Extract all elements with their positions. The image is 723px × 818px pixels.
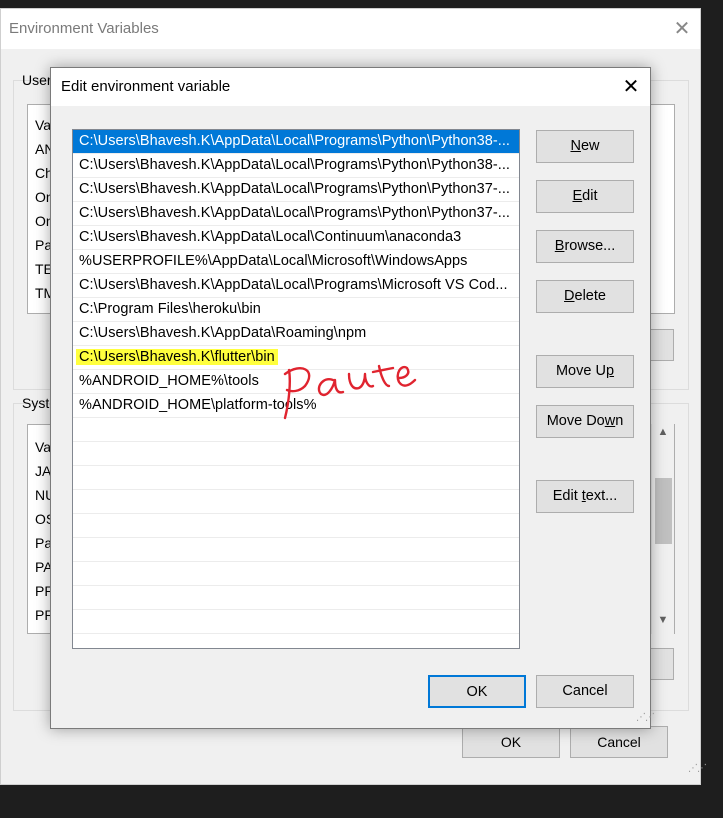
env-window-title: Environment Variables	[9, 20, 159, 37]
edit-dialog-title: Edit environment variable	[61, 78, 231, 95]
env-ok-button[interactable]: OK	[462, 726, 560, 758]
path-entry-text: C:\Users\Bhavesh.K\AppData\Local\Program…	[79, 205, 511, 221]
path-entry-row[interactable]	[73, 610, 519, 634]
user-variables-label: User	[22, 72, 52, 88]
resize-grip-icon[interactable]: ⋰⋰	[636, 712, 655, 723]
resize-grip-icon[interactable]: ⋰⋰	[688, 763, 707, 774]
path-entry-row[interactable]	[73, 514, 519, 538]
path-entry-row[interactable]: C:\Users\Bhavesh.K\AppData\Local\Program…	[73, 274, 519, 298]
path-entry-row[interactable]: C:\Users\Bhavesh.K\AppData\Local\Program…	[73, 202, 519, 226]
path-entry-text: C:\Users\Bhavesh.K\AppData\Local\Program…	[79, 277, 508, 293]
edit-button[interactable]: Edit	[536, 180, 634, 213]
edit-text-button[interactable]: Edit text...	[536, 480, 634, 513]
paste-handwritten-annotation	[283, 364, 417, 420]
path-entry-text: C:\Users\Bhavesh.K\AppData\Local\Program…	[79, 133, 511, 149]
path-entry-text: C:\Users\Bhavesh.K\AppData\Local\Program…	[79, 157, 511, 173]
scrollbar-thumb[interactable]	[655, 478, 672, 544]
move-down-button[interactable]: Move Down	[536, 405, 634, 438]
cancel-button-label: Cancel	[562, 683, 608, 699]
path-entry-text: C:\Users\Bhavesh.K\AppData\Local\Continu…	[79, 229, 462, 245]
new-button-label: New	[570, 138, 600, 154]
cancel-button[interactable]: Cancel	[536, 675, 634, 708]
delete-button-label: Delete	[564, 288, 606, 304]
env-titlebar: Environment Variables ✕	[1, 9, 700, 49]
user-variable-row[interactable]: Va	[35, 117, 51, 133]
path-entry-text: %USERPROFILE%\AppData\Local\Microsoft\Wi…	[79, 253, 468, 269]
path-entry-text: C:\Users\Bhavesh.K\AppData\Roaming\npm	[79, 325, 367, 341]
system-variables-scrollbar[interactable]: ▲ ▼	[651, 424, 674, 634]
move-up-button-label: Move Up	[555, 363, 615, 379]
move-up-button[interactable]: Move Up	[536, 355, 634, 388]
path-entry-row[interactable]	[73, 538, 519, 562]
env-close-icon[interactable]: ✕	[666, 17, 698, 41]
path-entry-row[interactable]: C:\Users\Bhavesh.K\AppData\Local\Continu…	[73, 226, 519, 250]
edit-text-button-label: Edit text...	[552, 488, 618, 504]
scroll-up-icon[interactable]: ▲	[652, 426, 674, 444]
move-down-button-label: Move Down	[546, 413, 624, 429]
path-entry-text: C:\Program Files\heroku\bin	[79, 301, 261, 317]
path-entry-row[interactable]: C:\Program Files\heroku\bin	[73, 298, 519, 322]
browse-button-label: Browse...	[554, 238, 616, 254]
path-entry-row[interactable]: C:\Users\Bhavesh.K\AppData\Local\Program…	[73, 130, 519, 154]
scroll-down-icon[interactable]: ▼	[652, 614, 674, 632]
browse-button[interactable]: Browse...	[536, 230, 634, 263]
env-cancel-button[interactable]: Cancel	[570, 726, 668, 758]
edit-button-label: Edit	[572, 188, 598, 204]
new-button[interactable]: New	[536, 130, 634, 163]
path-entry-row[interactable]	[73, 490, 519, 514]
edit-environment-variable-dialog: Edit environment variable ✕ C:\Users\Bha…	[50, 67, 655, 729]
path-entry-row[interactable]: C:\Users\Bhavesh.K\AppData\Local\Program…	[73, 154, 519, 178]
system-variable-row[interactable]: Va	[35, 439, 51, 455]
path-entry-text: C:\Users\Bhavesh.K\flutter\bin	[76, 349, 278, 365]
path-entry-text: %ANDROID_HOME%\tools	[79, 373, 259, 389]
close-icon[interactable]: ✕	[615, 72, 647, 102]
path-entry-row[interactable]: C:\Users\Bhavesh.K\AppData\Local\Program…	[73, 178, 519, 202]
delete-button[interactable]: Delete	[536, 280, 634, 313]
path-entry-row[interactable]	[73, 562, 519, 586]
path-entry-row[interactable]: %USERPROFILE%\AppData\Local\Microsoft\Wi…	[73, 250, 519, 274]
path-entry-row[interactable]: C:\Users\Bhavesh.K\AppData\Roaming\npm	[73, 322, 519, 346]
ok-button-label: OK	[466, 684, 488, 700]
path-entry-row[interactable]	[73, 586, 519, 610]
path-entry-text: C:\Users\Bhavesh.K\AppData\Local\Program…	[79, 181, 511, 197]
ok-button[interactable]: OK	[428, 675, 526, 708]
edit-dialog-titlebar: Edit environment variable ✕	[51, 68, 650, 106]
